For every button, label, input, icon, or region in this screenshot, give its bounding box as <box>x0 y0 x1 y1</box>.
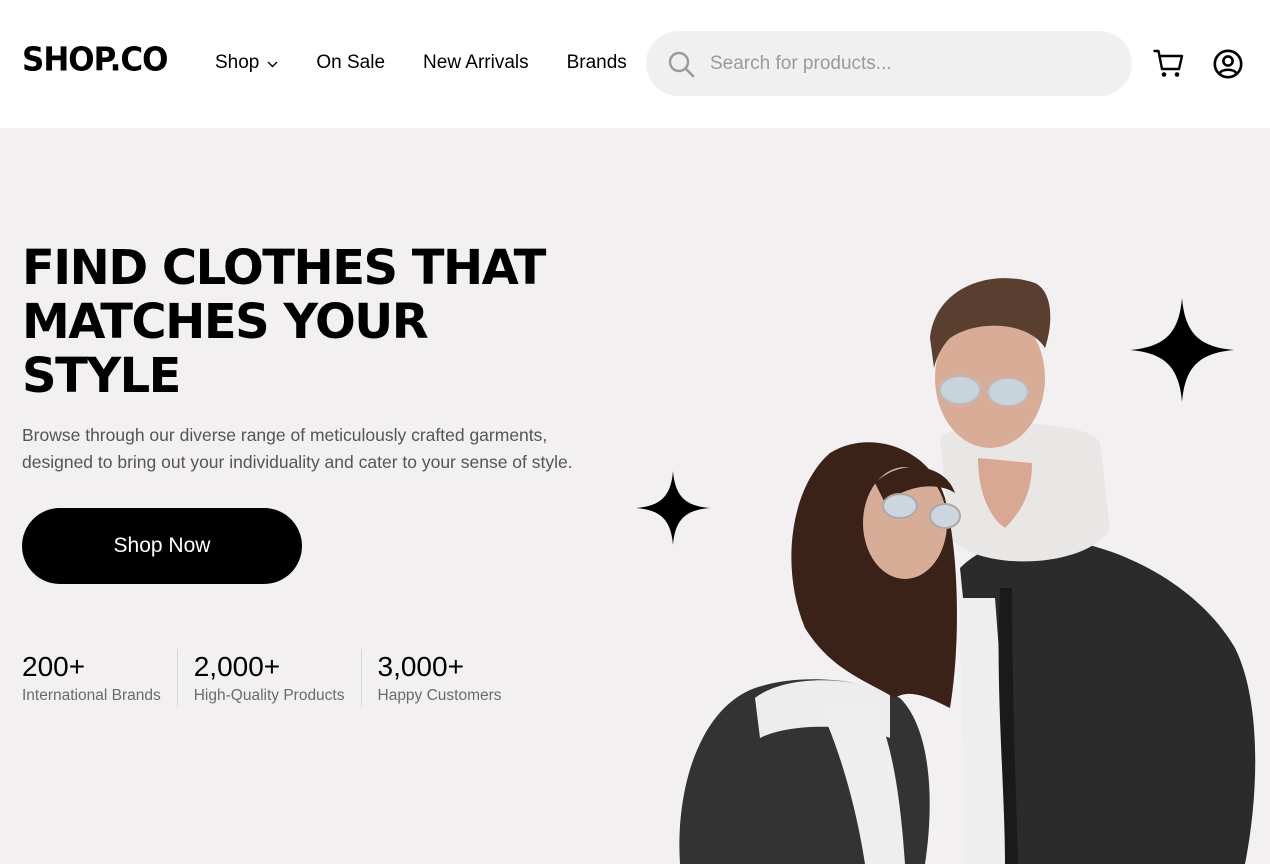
stat-label: International Brands <box>22 687 161 704</box>
hero-section: FIND CLOTHES THAT MATCHES YOUR STYLE Bro… <box>0 128 1270 864</box>
stat-customers: 3,000+ Happy Customers <box>360 649 518 707</box>
search-icon <box>668 51 695 77</box>
headline-line: MATCHES YOUR <box>22 294 429 350</box>
nav-item-label: Shop <box>215 52 260 73</box>
stat-brands: 200+ International Brands <box>22 649 177 707</box>
stat-products: 2,000+ High-Quality Products <box>176 649 361 707</box>
hero-headline: FIND CLOTHES THAT MATCHES YOUR STYLE <box>22 241 622 403</box>
logo[interactable]: SHOP.CO <box>22 41 169 79</box>
account-icon[interactable] <box>1213 49 1243 79</box>
nav-item-new-arrivals[interactable]: New Arrivals <box>423 52 529 74</box>
stat-value: 2,000+ <box>193 651 281 682</box>
cart-icon[interactable] <box>1153 49 1184 78</box>
stat-value: 200+ <box>22 651 86 682</box>
stat-value: 3,000+ <box>377 651 464 682</box>
stats-row: 200+ International Brands 2,000+ High-Qu… <box>22 649 518 707</box>
site-header: SHOP.CO Shop On Sale New Arrivals Brands <box>0 0 1270 128</box>
headline-line: STYLE <box>22 348 181 404</box>
description-line: designed to bring out your individuality… <box>22 452 573 472</box>
search-bar[interactable] <box>646 31 1132 96</box>
shop-now-button[interactable]: Shop Now <box>22 508 302 584</box>
nav-item-label: New Arrivals <box>423 52 529 73</box>
nav-item-label: Brands <box>566 52 627 73</box>
headline-line: FIND CLOTHES THAT <box>22 240 546 296</box>
nav-item-label: On Sale <box>316 52 386 73</box>
sparkle-icon <box>636 471 710 545</box>
search-input[interactable] <box>710 52 1100 75</box>
nav-item-on-sale[interactable]: On Sale <box>316 52 385 74</box>
description-line: Browse through our diverse range of meti… <box>22 425 548 445</box>
main-nav: Shop On Sale New Arrivals Brands <box>215 52 627 74</box>
stat-label: High-Quality Products <box>193 687 345 704</box>
sparkle-icon <box>1130 298 1234 402</box>
stat-label: Happy Customers <box>377 687 502 704</box>
hero-description: Browse through our diverse range of meti… <box>22 422 642 476</box>
chevron-down-icon <box>267 61 278 67</box>
nav-item-brands[interactable]: Brands <box>567 52 627 74</box>
nav-item-shop[interactable]: Shop <box>215 52 278 74</box>
